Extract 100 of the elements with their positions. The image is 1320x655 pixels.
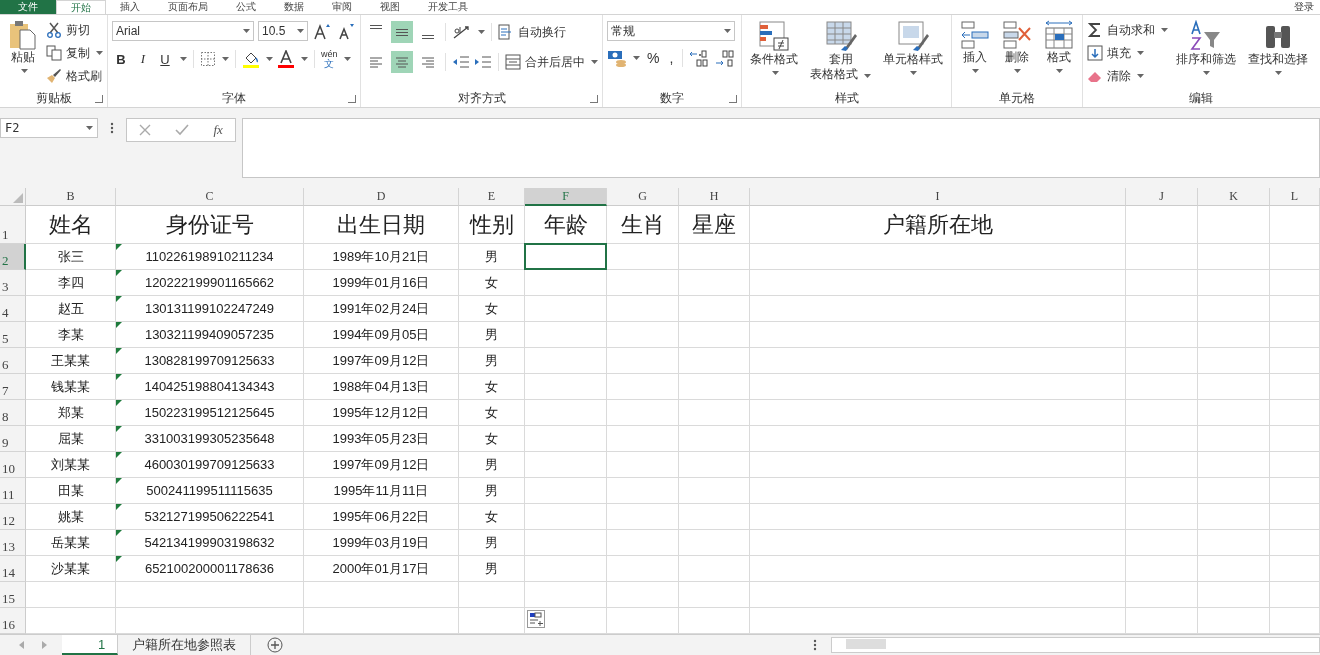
format-as-table-button[interactable]: 套用 表格格式 [806,18,875,89]
decrease-font-size-icon[interactable] [336,22,356,40]
error-indicator-icon[interactable] [116,244,122,250]
sheet-tab[interactable]: 1 [62,635,119,655]
error-indicator-icon[interactable] [116,556,122,562]
sign-in-link[interactable]: 登录 [1288,0,1320,14]
column-header[interactable]: I [750,188,1126,206]
delete-button[interactable]: 删除 [997,18,1036,89]
add-sheet-icon[interactable] [267,637,284,653]
column-header[interactable]: H [679,188,750,206]
error-indicator-icon[interactable] [116,348,122,354]
row-header[interactable]: 6 [0,348,26,374]
row-header[interactable]: 2 [0,244,26,270]
error-indicator-icon[interactable] [116,322,122,328]
row-header[interactable]: 4 [0,296,26,322]
format-painter-button[interactable]: 格式刷 [46,66,103,86]
cut-button[interactable]: 剪切 [46,20,103,40]
active-cell[interactable] [524,243,607,270]
row-header[interactable]: 9 [0,426,26,452]
column-header[interactable]: L [1270,188,1320,206]
row-header[interactable]: 11 [0,478,26,504]
error-indicator-icon[interactable] [116,270,122,276]
checkmark-icon[interactable] [175,124,190,136]
row-header[interactable]: 12 [0,504,26,530]
autosum-button[interactable]: 自动求和 [1086,20,1168,40]
percent-style-button[interactable]: % [644,50,663,66]
quick-analysis-icon[interactable] [527,610,545,628]
italic-button[interactable]: I [134,49,152,69]
currency-icon[interactable] [607,49,627,67]
number-format-dropdown[interactable]: 常规 [607,21,735,41]
ribbon-tab[interactable]: 视图 [366,0,414,14]
ribbon-tab[interactable]: 公式 [222,0,270,14]
error-indicator-icon[interactable] [116,426,122,432]
error-indicator-icon[interactable] [116,374,122,380]
ribbon-tab[interactable]: 数据 [270,0,318,14]
sheet-tab[interactable]: 户籍所在地参照表 [118,635,252,655]
dialog-launcher-icon[interactable] [348,95,356,103]
row-header[interactable]: 10 [0,452,26,478]
paste-button[interactable]: 粘贴 [4,18,42,89]
column-header[interactable]: D [304,188,459,206]
row-header[interactable]: 8 [0,400,26,426]
row-header[interactable]: 14 [0,556,26,582]
column-header[interactable]: K [1198,188,1270,206]
error-indicator-icon[interactable] [116,504,122,510]
font-color-icon[interactable] [277,50,295,68]
formula-input[interactable] [242,118,1320,178]
insert-function-button[interactable]: fx [213,122,223,138]
conditional-formatting-button[interactable]: 条件格式 [746,18,803,89]
dialog-launcher-icon[interactable] [95,95,103,103]
cell-styles-button[interactable]: 单元格样式 [878,18,947,89]
borders-icon[interactable] [200,51,216,67]
error-indicator-icon[interactable] [116,296,122,302]
font-name-dropdown[interactable]: Arial [112,21,254,41]
row-header[interactable]: 5 [0,322,26,348]
decrease-indent-icon[interactable] [452,55,470,69]
fill-button[interactable]: 填充 [1086,43,1168,63]
name-box[interactable]: F2 [0,118,98,138]
ribbon-tab[interactable]: 插入 [106,0,154,14]
wrap-text-button[interactable]: 自动换行 [498,22,566,42]
ribbon-tab[interactable]: 开始 [56,0,106,14]
ribbon-tab[interactable]: 页面布局 [154,0,222,14]
fill-color-icon[interactable] [242,50,260,68]
vertical-align-button[interactable] [391,21,413,43]
error-indicator-icon[interactable] [116,400,122,406]
phonetic-guide-button[interactable]: wén 文 [321,49,338,69]
ribbon-tab[interactable]: 文件 [0,0,56,14]
text-orientation-icon[interactable] [452,24,472,40]
increase-indent-icon[interactable] [474,55,492,69]
column-header[interactable]: E [459,188,525,206]
comma-style-button[interactable]: , [666,50,677,66]
copy-button[interactable]: 复制 [46,43,103,63]
row-header[interactable]: 7 [0,374,26,400]
error-indicator-icon[interactable] [116,452,122,458]
dialog-launcher-icon[interactable] [729,95,738,103]
column-header[interactable]: J [1126,188,1198,206]
ribbon-tab[interactable]: 审阅 [318,0,366,14]
underline-button[interactable]: U [156,49,174,69]
format-button[interactable]: 格式 [1039,18,1078,89]
bold-button[interactable]: B [112,49,130,69]
dialog-launcher-icon[interactable] [590,95,598,103]
horizontal-scrollbar[interactable] [831,637,1320,653]
increase-font-size-icon[interactable] [312,22,332,40]
row-header[interactable]: 16 [0,608,26,634]
find-select-button[interactable]: 查找和选择 [1243,18,1312,89]
ribbon-tab[interactable]: 开发工具 [414,0,482,14]
row-header[interactable]: 3 [0,270,26,296]
sort-filter-button[interactable]: 排序和筛选 [1171,18,1240,89]
error-indicator-icon[interactable] [116,530,122,536]
font-size-dropdown[interactable]: 10.5 [258,21,308,41]
merge-center-button[interactable]: 合并后居中 [505,52,598,72]
row-header[interactable]: 13 [0,530,26,556]
column-header[interactable]: C [116,188,304,206]
clear-button[interactable]: 清除 [1086,66,1168,86]
column-header[interactable]: G [607,188,679,206]
insert-button[interactable]: 插入 [955,18,994,89]
column-header[interactable]: F [525,188,607,206]
column-header[interactable]: B [26,188,116,206]
error-indicator-icon[interactable] [116,478,122,484]
row-header[interactable]: 1 [0,206,26,244]
row-header[interactable]: 15 [0,582,26,608]
